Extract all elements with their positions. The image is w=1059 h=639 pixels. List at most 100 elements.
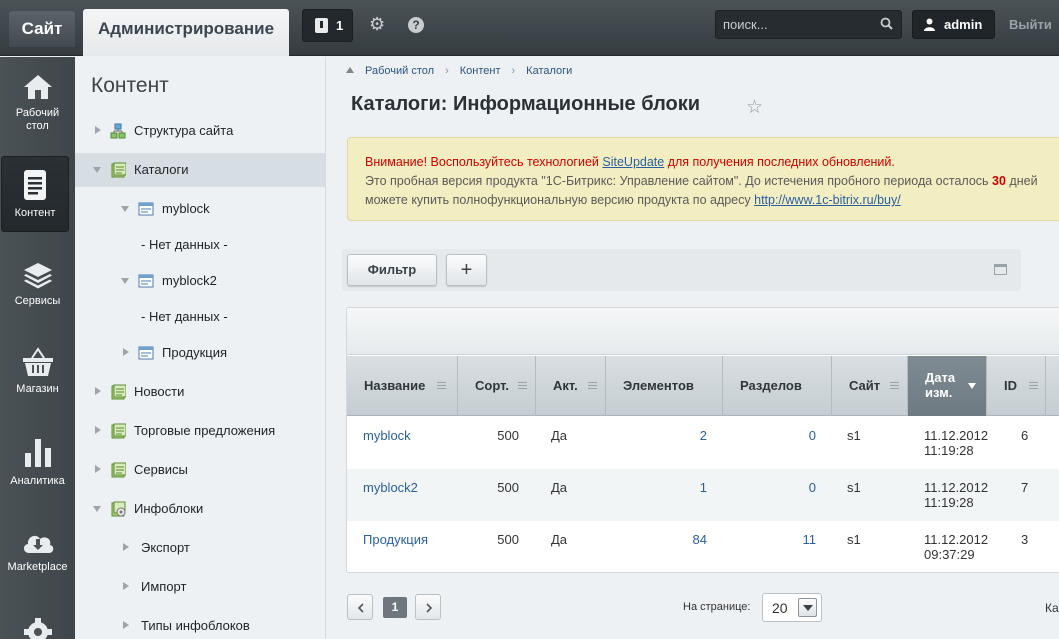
menu-item-label: Аналитика [10,475,65,487]
column-header-sections[interactable]: Разделов [723,356,832,416]
pagination: 1 На странице: 20 Ка [347,593,1059,622]
cell-sections[interactable]: 11 [803,532,817,547]
column-header-date-modified[interactable]: Дата изм. [908,356,987,416]
column-header-site[interactable]: Сайт [832,356,908,416]
column-menu-icon[interactable] [518,382,527,389]
column-header-active[interactable]: Акт. [536,356,606,416]
column-menu-icon[interactable] [437,382,446,389]
next-page-button[interactable] [415,594,441,620]
collapse-arrow-icon[interactable] [121,278,129,284]
user-menu-button[interactable]: admin [912,10,995,39]
menu-item-myblock2[interactable]: myblock2 [75,264,325,298]
menu-item-news[interactable]: Новости [75,375,325,409]
logout-link[interactable]: Выйти [1009,17,1052,32]
cell-active: Да [551,532,568,547]
cell-name[interactable]: Продукция [363,532,428,547]
prev-page-button[interactable] [347,594,373,620]
menu-item-catalogs[interactable]: Каталоги [75,153,325,187]
infoblocks-settings-icon [111,501,126,517]
menu-item-settings[interactable] [0,617,75,639]
menu-item-export[interactable]: Экспорт [75,531,325,565]
tab-administration[interactable]: Администрирование [83,9,289,56]
menu-item-marketplace[interactable]: Marketplace [0,527,75,574]
search-icon[interactable] [880,17,893,30]
help-icon[interactable]: ? [408,17,424,33]
cell-sections[interactable]: 0 [809,480,816,495]
minimize-icon[interactable] [994,264,1007,275]
menu-item-infoblocks[interactable]: Инфоблоки [75,492,325,526]
main-content: Рабочий стол › Контент › Каталоги Каталоги: … [326,57,1059,639]
column-menu-icon[interactable] [588,382,597,389]
expand-arrow-icon[interactable] [123,582,129,590]
collapse-arrow-icon[interactable] [121,206,129,212]
column-label: Дата изм. [925,370,955,400]
menu-item-label: Marketplace [7,561,68,573]
menu-item-myblock[interactable]: myblock [75,192,325,226]
menu-item-desktop[interactable]: Рабочий стол [0,73,75,133]
home-icon [23,75,52,99]
column-header-name[interactable]: Название [347,356,458,416]
current-page[interactable]: 1 [383,597,407,618]
collapse-arrow-icon[interactable] [93,506,101,512]
chevron-down-icon[interactable] [798,598,817,617]
search-box [715,10,902,39]
cell-name[interactable]: myblock [363,428,411,443]
content-menu-title: Контент [91,74,169,97]
cell-name[interactable]: myblock2 [363,480,418,495]
buy-link[interactable]: http://www.1c-bitrix.ru/buy/ [754,193,901,207]
table-row[interactable]: myblock2 500 Да 1 0 s1 11.12.2012 11:19:2… [347,469,1059,521]
menu-item-services[interactable]: Сервисы [75,453,325,487]
column-header-sort[interactable]: Сорт. [458,356,536,416]
breadcrumb-item[interactable]: Рабочий стол [365,65,434,77]
menu-item-label: Контент [14,207,56,219]
notifications-count: 1 [336,18,344,33]
cell-sections[interactable]: 0 [809,428,816,443]
cell-elements[interactable]: 2 [700,428,707,443]
expand-arrow-icon[interactable] [123,348,129,356]
expand-arrow-icon[interactable] [95,426,101,434]
expand-arrow-icon[interactable] [123,543,129,551]
column-label-line: изм. [925,385,953,400]
menu-item-services[interactable]: Сервисы [0,261,75,308]
notifications-button[interactable]: 1 [302,9,353,42]
column-header-elements[interactable]: Элементов [606,356,723,416]
cell-elements[interactable]: 1 [700,480,707,495]
table-row[interactable]: myblock 500 Да 2 0 s1 11.12.2012 11:19:28… [347,417,1059,469]
menu-item-trade-offers[interactable]: Торговые предложения [75,414,325,448]
filter-button[interactable]: Фильтр [347,254,437,286]
cell-site: s1 [847,428,861,443]
breadcrumb-item[interactable]: Каталоги [526,65,572,77]
gear-icon[interactable]: ⚙ [369,15,385,33]
search-input[interactable] [716,11,876,38]
menu-item-import[interactable]: Импорт [75,570,325,604]
breadcrumb-item[interactable]: Контент [460,65,501,77]
expand-arrow-icon[interactable] [95,387,101,395]
menu-item-products[interactable]: Продукция [75,336,325,370]
menu-item-content[interactable]: Контент [1,156,69,232]
breadcrumb-up-icon[interactable] [346,67,354,73]
column-header-id[interactable]: ID [987,356,1046,416]
menu-item-shop[interactable]: Магазин [0,347,75,396]
column-menu-icon[interactable] [890,382,899,389]
column-menu-icon[interactable] [1029,382,1038,389]
cell-id: 6 [1021,428,1029,443]
siteupdate-link[interactable]: SiteUpdate [602,155,664,169]
per-page-select[interactable]: 20 [762,593,822,622]
favorite-star-icon[interactable]: ☆ [746,96,763,119]
add-button[interactable]: + [446,254,487,286]
breadcrumb: Рабочий стол › Контент › Каталоги [346,65,572,77]
cell-elements[interactable]: 84 [693,532,707,547]
alert-warning-text: Внимание! Воспользуйтесь технологией [365,155,603,169]
menu-item-site-structure[interactable]: Структура сайта [75,114,325,148]
expand-arrow-icon[interactable] [95,126,101,134]
menu-item-label: Рабочий [15,107,60,119]
menu-item-infoblock-types[interactable]: Типы инфоблоков [75,609,325,639]
tab-site[interactable]: Сайт [9,11,75,47]
expand-arrow-icon[interactable] [123,621,129,629]
menu-item-no-data: - Нет данных - [75,300,325,334]
table-row[interactable]: Продукция 500 Да 84 11 s1 11.12.2012 09:3… [347,521,1059,572]
expand-arrow-icon[interactable] [95,465,101,473]
collapse-arrow-icon[interactable] [93,167,101,173]
menu-item-analytics[interactable]: Аналитика [0,437,75,488]
layers-icon [23,263,52,289]
